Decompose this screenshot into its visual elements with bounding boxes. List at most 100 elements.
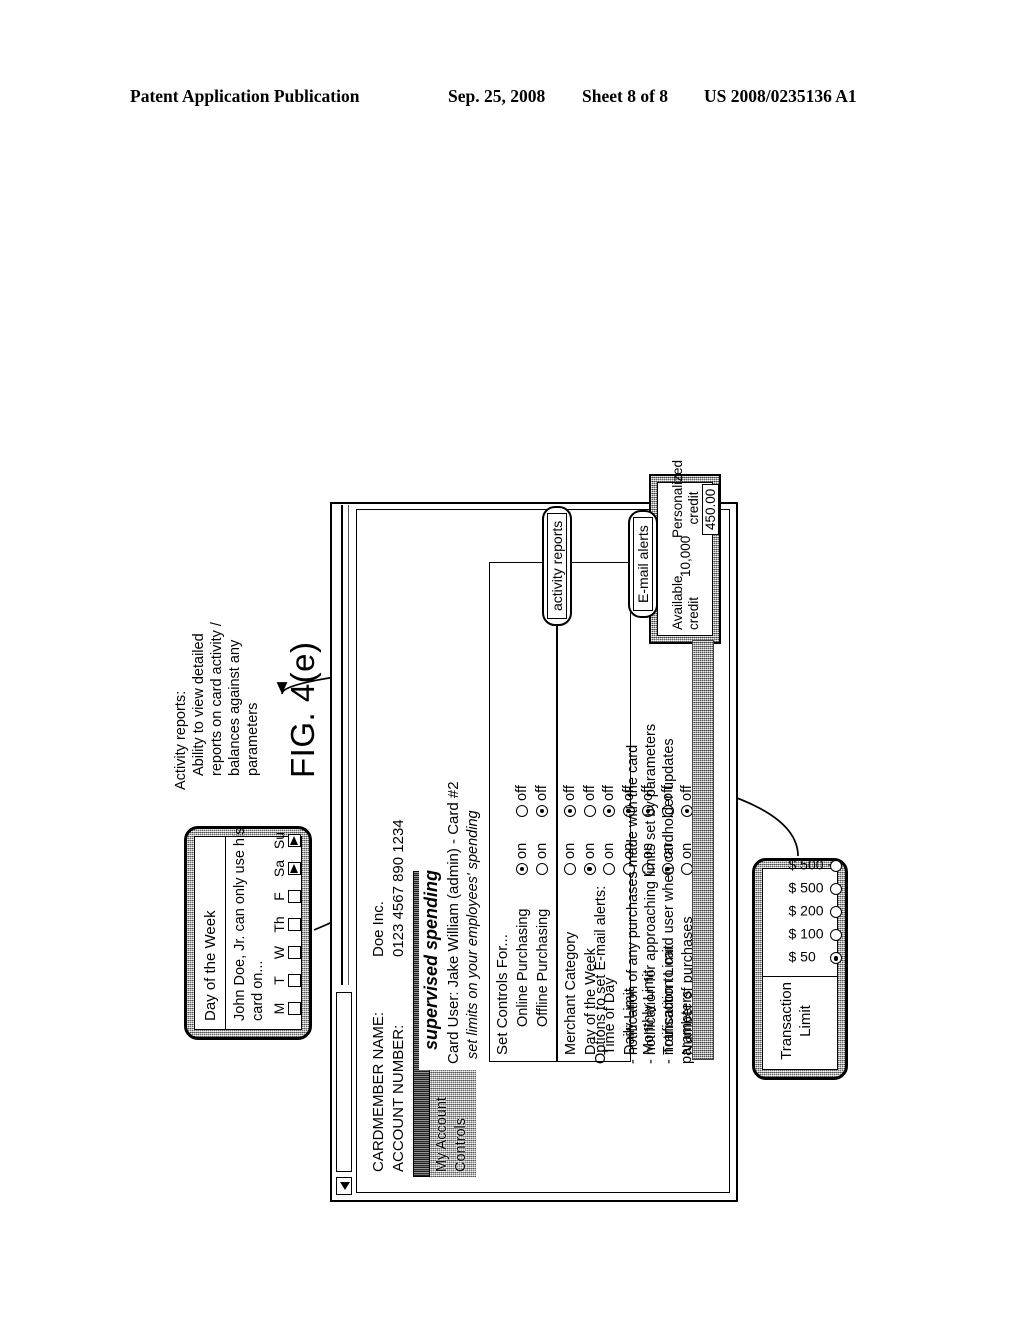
off-label: off [514,785,530,801]
checkbox-icon[interactable] [288,834,301,847]
transaction-limit-option-500-plus[interactable]: $ 500 + [779,856,843,877]
annotation-email-item-2: - notification for approaching limits se… [643,723,659,1064]
annotation-activity-line-1: Ability to view detailed [191,633,207,776]
cardmember-name-label: CARDMEMBER NAME: [370,1011,387,1172]
option-label: $ 100 [788,925,824,942]
day-checkbox-th[interactable]: Th [271,912,304,937]
email-alerts-button-label: E-mail alerts [633,517,653,611]
annotation-email-item-4: parameters [679,990,695,1064]
day-checkbox-m[interactable]: M [271,996,304,1021]
tab-my-account-controls-label: My Account Controls [434,1097,469,1172]
account-number-label: ACCOUNT NUMBER: [390,1024,407,1172]
window-titlebar [336,505,353,1195]
radio-icon[interactable] [536,863,548,875]
row-merchant-category-off[interactable]: off [562,785,578,817]
annotation-email-alerts: Options to set E-mail alerts: - notifica… [592,634,696,1064]
day-label: F [271,892,287,901]
off-label: off [562,785,578,801]
sheet-number: Sheet 8 of 8 [582,86,669,106]
card-user-line: Card User: Jake William (admin) - Card #… [445,781,462,1064]
checkbox-icon[interactable] [288,862,301,875]
day-checkbox-sa[interactable]: Sa [271,856,304,881]
checkbox-icon[interactable] [288,890,301,903]
off-label: off [534,785,550,801]
annotation-activity-reports: Activity reports: Ability to view detail… [172,540,262,790]
day-label: T [271,976,287,985]
radio-icon[interactable] [516,805,528,817]
available-credit-value: 10,000 [678,535,693,577]
row-online-purchasing-label: Online Purchasing [515,908,531,1028]
day-checkbox-su[interactable]: Su [271,828,304,853]
radio-icon[interactable] [564,863,576,875]
patent-number: US 2008/0235136 A1 [704,86,857,106]
titlebar-rule-bottom [348,505,349,985]
option-label: $ 50 [788,948,816,965]
credit-summary-box: Available credit 10,000 Personalized cre… [649,460,721,644]
checkbox-icon[interactable] [288,946,301,959]
radio-icon[interactable] [536,805,548,817]
back-triangle-icon [340,1182,350,1190]
day-checkbox-w[interactable]: W [271,940,304,965]
credit-summary-inner: Available credit 10,000 Personalized cre… [657,460,719,636]
day-checkbox-t[interactable]: T [271,968,304,993]
radio-icon[interactable] [830,952,842,965]
day-of-week-checkbox-group: M T W Th F Sa Su [271,823,304,1021]
day-of-week-popup-title: Day of the Week [202,910,219,1021]
day-of-week-popup-inner: Day of the Week John Doe, Jr. can only u… [194,828,302,1030]
day-label: Sa [271,859,287,878]
transaction-limit-radio-group: $ 50 $ 100 $ 200 $ 500 $ 500 + [779,856,843,969]
transaction-limit-popup-title: Transaction Limit [778,982,814,1060]
radio-icon[interactable] [564,805,576,817]
day-checkbox-f[interactable]: F [271,884,304,909]
annotation-activity-heading: Activity reports: [173,690,189,790]
figure-label: FIG. 4(e) [284,641,321,778]
row-online-purchasing-off[interactable]: off [514,785,530,817]
day-label: Su [271,831,287,850]
option-label: $ 500 + [788,856,836,873]
titlebar-rule-top [341,505,343,985]
transaction-limit-option-500[interactable]: $ 500 [779,879,843,900]
transaction-limit-popup-inner: Transaction Limit $ 50 $ 100 $ 200 $ 500… [762,857,842,1070]
annotation-email-heading: Options to set E-mail alerts: [593,885,609,1064]
checkbox-icon[interactable] [288,1002,301,1015]
radio-icon[interactable] [830,906,842,919]
checkbox-icon[interactable] [288,918,301,931]
annotation-activity-line-2: reports on card activity / [209,622,225,776]
radio-icon[interactable] [516,863,528,875]
personalized-credit-limit-value[interactable]: 450.00 [702,483,719,535]
radio-icon[interactable] [830,860,842,873]
on-label: on [562,842,578,859]
annotation-email-item-1: - notification of any purchases made wit… [625,744,641,1064]
page-header: Patent Application Publication Sep. 25, … [130,86,890,112]
radio-icon[interactable] [830,883,842,896]
transaction-limit-popup-divider [763,975,837,977]
email-alerts-button[interactable]: E-mail alerts [628,510,658,618]
day-of-week-popup: Day of the Week John Doe, Jr. can only u… [184,826,312,1040]
day-label: W [271,945,287,960]
activity-reports-button[interactable]: activity reports [542,505,572,626]
transaction-limit-popup: Transaction Limit $ 50 $ 100 $ 200 $ 500… [752,857,848,1080]
publication-title: Patent Application Publication [130,86,360,106]
checkbox-icon[interactable] [288,974,301,987]
page-title: supervised spending [421,869,441,1050]
annotation-email-item-3: - notification to card user when cardhol… [661,738,677,1064]
account-number-value: 0123 4567 890 1234 [390,819,407,957]
option-label: $ 500 [788,879,824,896]
radio-icon[interactable] [830,929,842,942]
row-offline-purchasing-on[interactable]: on [534,843,550,875]
cardmember-name-value: Doe Inc. [370,901,387,957]
row-offline-purchasing-off[interactable]: off [534,785,550,817]
back-button[interactable] [336,1177,352,1195]
day-label: Th [271,916,287,933]
row-merchant-category-on[interactable]: on [562,843,578,875]
transaction-limit-option-50[interactable]: $ 50 [779,948,843,969]
annotation-activity-line-4: parameters [245,702,261,776]
figure-canvas: CARDMEMBER NAME: Doe Inc. ACCOUNT NUMBER… [162,330,862,1230]
transaction-limit-option-200[interactable]: $ 200 [779,902,843,923]
day-of-week-popup-divider [225,837,227,1029]
set-controls-heading: Set Controls For... [494,934,511,1055]
row-online-purchasing-on[interactable]: on [514,843,530,875]
transaction-limit-option-100[interactable]: $ 100 [779,925,843,946]
tagline: set limits on your employees' spending [465,810,481,1059]
address-field[interactable] [336,992,352,1172]
